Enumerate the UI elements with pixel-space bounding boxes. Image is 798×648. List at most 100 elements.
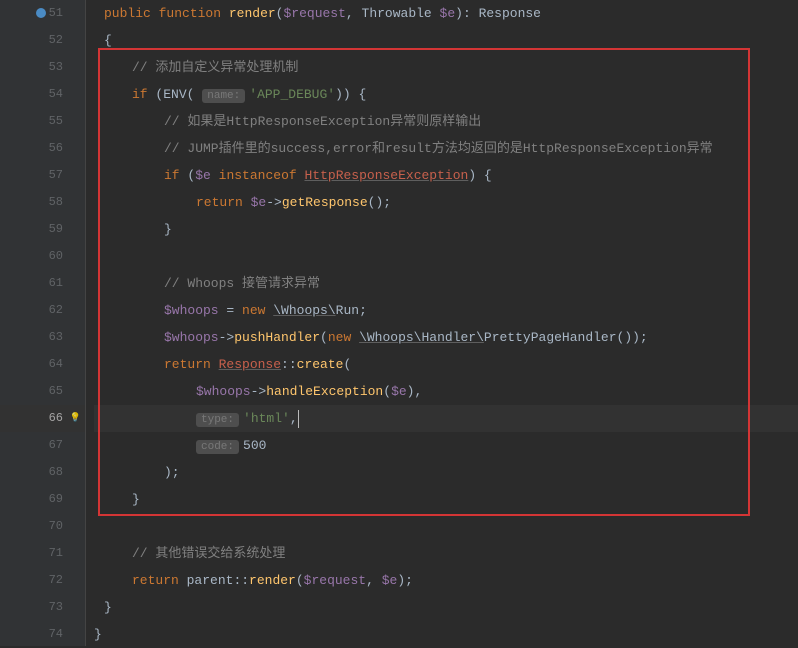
line-number[interactable]: 68 (0, 459, 85, 486)
line-number[interactable]: 54 (0, 81, 85, 108)
variable: $whoops (196, 384, 251, 399)
line-number[interactable]: 57 (0, 162, 85, 189)
comment: // 添加自定义异常处理机制 (132, 60, 298, 75)
keyword: return (196, 195, 243, 210)
class-name: Response (219, 357, 281, 372)
return-type: Response (479, 6, 541, 21)
line-number[interactable]: 58 (0, 189, 85, 216)
code-line[interactable]: // 其他错误交给系统处理 (94, 540, 798, 567)
line-number[interactable]: 59 (0, 216, 85, 243)
line-number[interactable]: 73 (0, 594, 85, 621)
number-literal: 500 (243, 438, 266, 453)
variable: $e (251, 195, 267, 210)
line-number[interactable]: 74 (0, 621, 85, 648)
code-line[interactable]: } (94, 216, 798, 243)
class-name: Throwable (362, 6, 432, 21)
punctuation: (); (368, 195, 391, 210)
variable: $e (195, 168, 211, 183)
code-line[interactable]: $whoops = new \Whoops\Run; (94, 297, 798, 324)
namespace: \Whoops\ (273, 303, 335, 318)
punctuation: ()); (617, 330, 648, 345)
punctuation: ); (397, 573, 413, 588)
variable: $e (440, 6, 456, 21)
method: create (297, 357, 344, 372)
code-line[interactable]: } (94, 486, 798, 513)
line-number[interactable]: 67 (0, 432, 85, 459)
punctuation: , (290, 411, 298, 426)
line-number[interactable]: 61 (0, 270, 85, 297)
line-number[interactable]: 64 (0, 351, 85, 378)
code-line[interactable]: // 如果是HttpResponseException异常则原样输出 (94, 108, 798, 135)
code-line[interactable]: // JUMP插件里的success,error和result方法均返回的是Ht… (94, 135, 798, 162)
comment: // JUMP插件里的success,error和result方法均返回的是Ht… (164, 141, 713, 156)
scope: :: (281, 357, 297, 372)
scope: :: (233, 573, 249, 588)
code-line[interactable]: // Whoops 接管请求异常 (94, 270, 798, 297)
line-number[interactable]: 62 (0, 297, 85, 324)
line-number[interactable]: 53 (0, 54, 85, 81)
line-number[interactable]: 66 (0, 405, 85, 432)
code-line[interactable]: if ($e instanceof HttpResponseException)… (94, 162, 798, 189)
function-call: ENV (163, 87, 186, 102)
code-line[interactable]: public function render($request, Throwab… (94, 0, 798, 27)
code-line[interactable]: type: 'html', (94, 405, 798, 432)
arrow: -> (251, 384, 267, 399)
param-hint: code: (196, 440, 239, 454)
line-number[interactable]: 51 (0, 0, 85, 27)
variable: $request (304, 573, 366, 588)
line-number[interactable]: 55 (0, 108, 85, 135)
code-line[interactable]: } (94, 621, 798, 648)
code-line[interactable]: $whoops->pushHandler(new \Whoops\Handler… (94, 324, 798, 351)
code-line[interactable]: return $e->getResponse(); (94, 189, 798, 216)
method: render (249, 573, 296, 588)
variable: $e (391, 384, 407, 399)
line-number[interactable]: 72 (0, 567, 85, 594)
keyword: function (159, 6, 221, 21)
brace: } (164, 222, 172, 237)
comment: // 如果是HttpResponseException异常则原样输出 (164, 114, 481, 129)
comment: // 其他错误交给系统处理 (132, 546, 285, 561)
code-line[interactable] (94, 243, 798, 270)
code-line[interactable]: $whoops->handleException($e), (94, 378, 798, 405)
variable: $whoops (164, 303, 219, 318)
keyword: new (328, 330, 351, 345)
param-hint: type: (196, 413, 239, 427)
line-number[interactable]: 52 (0, 27, 85, 54)
punctuation: ; (359, 303, 367, 318)
line-number[interactable]: 60 (0, 243, 85, 270)
code-line[interactable]: return Response::create( (94, 351, 798, 378)
code-line[interactable]: return parent::render($request, $e); (94, 567, 798, 594)
brace: { (104, 33, 112, 48)
class-name: PrettyPageHandler (484, 330, 617, 345)
param-hint: name: (202, 89, 245, 103)
brace: ) { (468, 168, 491, 183)
paren: ( (343, 357, 351, 372)
code-line[interactable]: { (94, 27, 798, 54)
line-number[interactable]: 69 (0, 486, 85, 513)
arrow: -> (266, 195, 282, 210)
code-line[interactable]: } (94, 594, 798, 621)
line-number[interactable]: 70 (0, 513, 85, 540)
line-number[interactable]: 71 (0, 540, 85, 567)
code-line[interactable]: code: 500 (94, 432, 798, 459)
keyword: return (164, 357, 211, 372)
code-line[interactable]: if (ENV( name:'APP_DEBUG')) { (94, 81, 798, 108)
code-line[interactable]: // 添加自定义异常处理机制 (94, 54, 798, 81)
line-number[interactable]: 65 (0, 378, 85, 405)
code-line[interactable]: ); (94, 459, 798, 486)
class-name: HttpResponseException (304, 168, 468, 183)
brace: } (94, 627, 102, 642)
method: pushHandler (234, 330, 320, 345)
function-name: render (229, 6, 276, 21)
line-number[interactable]: 56 (0, 135, 85, 162)
code-editor[interactable]: public function render($request, Throwab… (86, 0, 798, 646)
brace: )) { (335, 87, 366, 102)
arrow: -> (219, 330, 235, 345)
string-literal: 'html' (243, 411, 290, 426)
brace: } (132, 492, 140, 507)
caret-icon (298, 410, 299, 428)
code-line[interactable] (94, 513, 798, 540)
line-number[interactable]: 63 (0, 324, 85, 351)
namespace: \Whoops\Handler\ (359, 330, 484, 345)
method: getResponse (282, 195, 368, 210)
